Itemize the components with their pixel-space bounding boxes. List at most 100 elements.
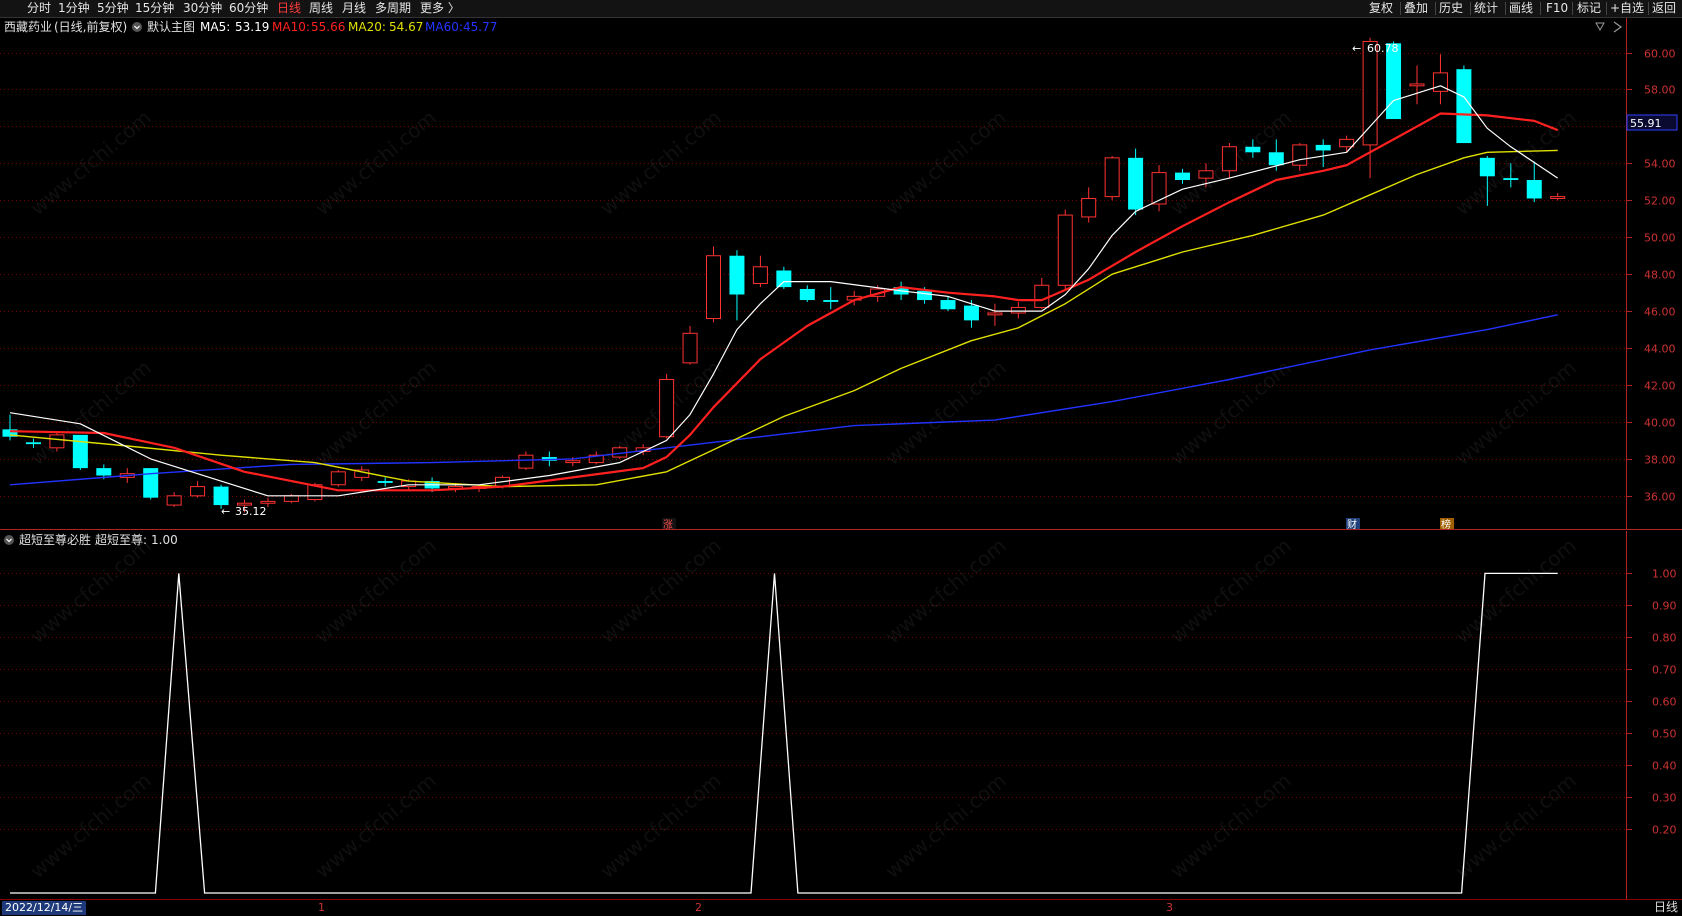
candle — [1151, 165, 1167, 212]
tab-multi-period[interactable]: 多周期 — [375, 0, 411, 17]
candle-body — [96, 468, 112, 476]
candle-body — [1479, 157, 1495, 177]
candle — [659, 373, 675, 439]
candle — [1057, 209, 1073, 289]
svg-text:MA20:: MA20: — [348, 20, 386, 34]
draw-line-button[interactable]: 画线 — [1509, 0, 1533, 17]
candle-body — [1010, 306, 1026, 314]
candle-body — [659, 378, 675, 438]
high-annotation: ← 60.78 — [1352, 42, 1399, 55]
candle-body — [49, 434, 65, 449]
period-button[interactable]: 日线 — [1654, 900, 1678, 915]
candle-body — [823, 300, 839, 302]
tab-5min[interactable]: 5分钟 — [97, 0, 129, 17]
candle-body — [330, 471, 346, 486]
candle — [72, 434, 88, 470]
candle-body — [1245, 146, 1261, 153]
template-name: 默认主图 — [147, 19, 195, 34]
candle-body — [1081, 197, 1097, 218]
svg-text:←: ← — [221, 505, 230, 518]
main-chart-legend: 西藏药业 (日线,前复权) 默认主图 MA5: 53.19 MA10: 55.6… — [4, 19, 497, 34]
candle-body — [166, 495, 182, 506]
candle-body — [1104, 157, 1120, 198]
statistics-button[interactable]: 统计 — [1474, 0, 1498, 17]
candle-body — [1221, 146, 1237, 172]
tab-weekly[interactable]: 周线 — [309, 0, 333, 17]
candle-body — [706, 255, 721, 320]
indicator-tick-label: 0.70 — [1652, 664, 1677, 677]
svg-text:MA60:: MA60: — [425, 20, 463, 34]
ma60-value: 45.77 — [463, 20, 497, 34]
main-kline-chart[interactable]: www.cfchi.com www.cfchi.com www.cfchi.com w… — [0, 18, 1682, 530]
indicator-tick-label: 0.20 — [1652, 824, 1677, 837]
candle-body — [190, 486, 206, 497]
chart-mode: (日线,前复权) — [54, 19, 127, 34]
tab-more[interactable]: 更多 〉 — [420, 0, 460, 17]
candle-body — [1526, 179, 1542, 199]
candle-body — [940, 300, 956, 310]
high-price-label: 60.78 — [1367, 42, 1399, 55]
candle — [330, 469, 346, 487]
candle — [1104, 155, 1120, 201]
candle-body — [72, 434, 88, 469]
price-tick-label: 48.00 — [1644, 269, 1676, 282]
candle-body — [1292, 144, 1308, 166]
tab-more-label: 更多 — [420, 1, 445, 15]
candle-body — [1198, 170, 1214, 179]
indicator-legend: 超短至尊必胜 超短至尊: 1.00 — [4, 532, 178, 547]
candle-body — [518, 454, 534, 469]
indicator-tick-label: 0.90 — [1652, 600, 1677, 613]
svg-text:榜: 榜 — [1441, 518, 1451, 530]
candle-body — [799, 288, 815, 301]
add-watchlist-button[interactable]: +自选 — [1610, 0, 1644, 17]
template-chevron-icon[interactable] — [132, 22, 142, 32]
price-tick-label: 46.00 — [1644, 306, 1676, 319]
price-tick-label: 54.00 — [1644, 158, 1676, 171]
candle-body — [213, 486, 229, 506]
svg-text:财: 财 — [1347, 518, 1357, 530]
svg-text:←: ← — [1352, 42, 1361, 55]
history-button[interactable]: 历史 — [1439, 0, 1463, 17]
indicator-series-label: 超短至尊: — [95, 532, 147, 547]
tab-daily[interactable]: 日线 — [277, 0, 301, 17]
candle-body — [25, 442, 41, 445]
candle-body — [752, 266, 768, 284]
candle-body — [776, 270, 792, 288]
low-annotation: ← 35.12 — [221, 505, 267, 518]
indicator-chart[interactable]: www.cfchi.com www.cfchi.com www.cfchi.com w… — [0, 531, 1682, 899]
tab-60min[interactable]: 60分钟 — [229, 0, 268, 17]
mark-button[interactable]: 标记 — [1577, 0, 1601, 17]
ma10-value: 55.66 — [311, 20, 345, 34]
price-tick-label: 38.00 — [1644, 454, 1676, 467]
candle-body — [1409, 83, 1425, 87]
tab-intraday[interactable]: 分时 — [27, 0, 51, 17]
top-toolbar: 分时 1分钟 5分钟 15分钟 30分钟 60分钟 日线 周线 月线 多周期 更… — [0, 0, 1682, 18]
price-tick-label: 36.00 — [1644, 491, 1676, 504]
overlay-button[interactable]: 叠加 — [1404, 0, 1428, 17]
candle — [1128, 148, 1144, 216]
indicator-tick-label: 1.00 — [1652, 568, 1677, 581]
candle-body — [729, 255, 745, 295]
restore-rights-button[interactable]: 复权 — [1369, 0, 1393, 17]
event-marker-finance[interactable]: 财 — [1346, 518, 1360, 530]
price-tick-label: 52.00 — [1644, 195, 1676, 208]
candle-body — [1128, 157, 1144, 210]
svg-text:MA5:: MA5: — [200, 20, 230, 34]
tab-30min[interactable]: 30分钟 — [183, 0, 222, 17]
month-tick-1: 1 — [318, 901, 325, 914]
tab-15min[interactable]: 15分钟 — [135, 0, 174, 17]
indicator-name: 超短至尊必胜 — [19, 532, 91, 547]
back-button[interactable]: 返回 — [1652, 0, 1676, 17]
event-marker-list[interactable]: 榜 — [1440, 518, 1454, 530]
event-marker-rise[interactable]: 涨 — [662, 518, 676, 530]
svg-text:涨: 涨 — [663, 519, 673, 530]
ma20-value: 54.67 — [389, 20, 423, 34]
date-axis-bar: 2022/12/14/三 1 2 3 日线 — [0, 899, 1682, 916]
f10-button[interactable]: F10 — [1546, 0, 1568, 17]
tab-1min[interactable]: 1分钟 — [58, 0, 90, 17]
indicator-chevron-icon[interactable] — [4, 535, 14, 545]
tab-monthly[interactable]: 月线 — [342, 0, 366, 17]
candle-body — [283, 495, 299, 502]
candle-body — [1034, 284, 1050, 308]
price-tick-label: 58.00 — [1644, 84, 1676, 97]
